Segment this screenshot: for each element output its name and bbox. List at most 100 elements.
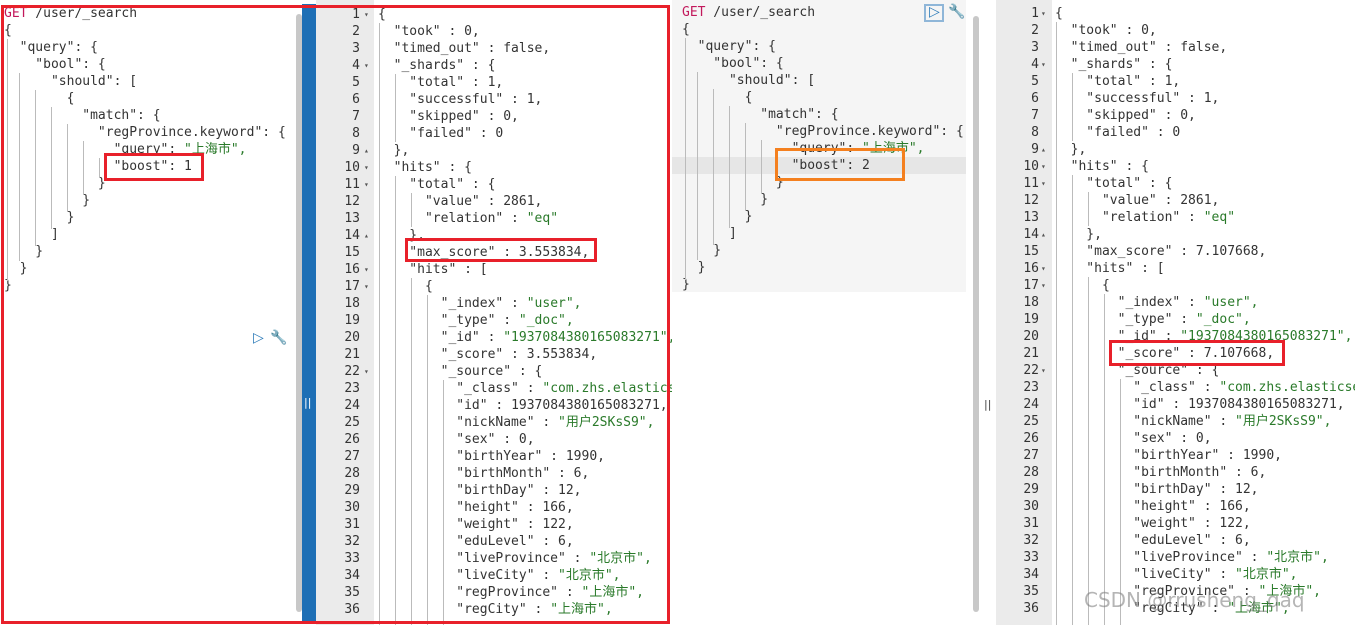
code-line: "total" : { xyxy=(1055,176,1173,191)
code-line: } xyxy=(682,209,753,224)
code-line: "should": [ xyxy=(682,73,816,88)
right-console: GET /user/_search{ "query": { "bool": { … xyxy=(672,0,1355,625)
line-number: 30 xyxy=(1023,499,1039,514)
line-number: 32 xyxy=(1023,533,1039,548)
right-splitter[interactable]: || xyxy=(980,0,996,625)
code-line: "value" : 2861, xyxy=(1055,193,1220,208)
line-number: 33 xyxy=(1023,550,1039,565)
code-line: "skipped" : 0, xyxy=(1055,108,1196,123)
line-number: 22 xyxy=(1023,363,1039,378)
code-line: "weight" : 122, xyxy=(1055,516,1251,531)
line-number: 13 xyxy=(1023,210,1039,225)
line-number: 19 xyxy=(1023,312,1039,327)
line-number: 6 xyxy=(1031,91,1039,106)
code-line: "total" : 1, xyxy=(1055,74,1181,89)
code-line: "relation" : "eq" xyxy=(1055,210,1236,225)
line-number: 24 xyxy=(1023,397,1039,412)
fold-icon[interactable]: ▴ xyxy=(1041,226,1046,243)
score-highlight xyxy=(1109,340,1285,366)
code-line: "nickName" : "用户2SKsS9", xyxy=(1055,414,1332,429)
line-number: 14 xyxy=(1023,227,1039,242)
fold-icon[interactable]: ▾ xyxy=(1041,362,1046,379)
line-number: 8 xyxy=(1031,125,1039,140)
code-line: "id" : 1937084380165083271, xyxy=(1055,397,1345,412)
fold-icon[interactable]: ▾ xyxy=(1041,56,1046,73)
line-number: 20 xyxy=(1023,329,1039,344)
line-number: 4 xyxy=(1031,57,1039,72)
code-line: "liveProvince" : "北京市", xyxy=(1055,550,1329,565)
code-line: { xyxy=(682,90,753,105)
code-line: "eduLevel" : 6, xyxy=(1055,533,1251,548)
code-line: }, xyxy=(1055,227,1102,242)
line-number: 2 xyxy=(1031,23,1039,38)
line-number: 5 xyxy=(1031,74,1039,89)
code-line: } xyxy=(682,192,769,207)
line-number: 25 xyxy=(1023,414,1039,429)
wrench-icon[interactable]: 🔧 xyxy=(948,4,965,20)
line-number: 28 xyxy=(1023,465,1039,480)
code-line: "match": { xyxy=(682,107,839,122)
line-number: 26 xyxy=(1023,431,1039,446)
code-line: "failed" : 0 xyxy=(1055,125,1181,140)
code-line: } xyxy=(682,243,722,258)
code-line: { xyxy=(1055,278,1110,293)
line-number: 7 xyxy=(1031,108,1039,123)
line-number: 27 xyxy=(1023,448,1039,463)
code-line: "query": { xyxy=(682,39,776,54)
code-line: "hits" : [ xyxy=(1055,261,1165,276)
code-line: "birthYear" : 1990, xyxy=(1055,448,1282,463)
code-line: "birthDay" : 12, xyxy=(1055,482,1259,497)
line-number: 29 xyxy=(1023,482,1039,497)
code-line: "timed_out" : false, xyxy=(1055,40,1228,55)
right-request-editor[interactable]: GET /user/_search{ "query": { "bool": { … xyxy=(672,0,966,292)
line-number: 17 xyxy=(1023,278,1039,293)
code-line: "hits" : { xyxy=(1055,159,1149,174)
line-number: 35 xyxy=(1023,584,1039,599)
max-score-highlight xyxy=(405,238,597,262)
line-number: 16 xyxy=(1023,261,1039,276)
line-number: 36 xyxy=(1023,601,1039,616)
fold-icon[interactable]: ▾ xyxy=(1041,158,1046,175)
line-number: 1 xyxy=(1031,6,1039,21)
boost-2-highlight xyxy=(775,148,905,181)
code-line: "_shards" : { xyxy=(1055,57,1173,72)
code-line: { xyxy=(682,22,690,37)
fold-icon[interactable]: ▾ xyxy=(1041,5,1046,22)
line-number: 15 xyxy=(1023,244,1039,259)
code-line: "took" : 0, xyxy=(1055,23,1157,38)
code-line: "_type" : "_doc", xyxy=(1055,312,1251,327)
code-line: "height" : 166, xyxy=(1055,499,1251,514)
code-line: "_class" : "com.zhs.elasticsea xyxy=(1055,380,1355,395)
fold-icon[interactable]: ▾ xyxy=(1041,260,1046,277)
splitter-grip: || xyxy=(984,398,992,411)
code-line: "liveCity" : "北京市", xyxy=(1055,567,1298,582)
code-line: "birthMonth" : 6, xyxy=(1055,465,1267,480)
fold-icon[interactable]: ▾ xyxy=(1041,277,1046,294)
code-line: { xyxy=(1055,6,1063,21)
code-line: "successful" : 1, xyxy=(1055,91,1220,106)
right-response-viewer[interactable]: 1 2 3 4 5 6 7 8 9 10 11 12 13 14 15 16 17 18 19 20 21 22 23 24 2… xyxy=(996,0,1355,625)
line-number: 21 xyxy=(1023,346,1039,361)
right-request-scrollbar[interactable] xyxy=(973,16,979,612)
fold-icon[interactable]: ▴ xyxy=(1041,141,1046,158)
left-console-outline xyxy=(1,5,670,624)
line-number: 23 xyxy=(1023,380,1039,395)
code-line: GET /user/_search xyxy=(682,5,816,20)
code-line: "sex" : 0, xyxy=(1055,431,1212,446)
line-number: 3 xyxy=(1031,40,1039,55)
boost-1-highlight xyxy=(104,153,204,181)
line-number: 34 xyxy=(1023,567,1039,582)
line-number: 10 xyxy=(1023,159,1039,174)
watermark: CSDN @rrusheng_qaq xyxy=(1084,588,1305,612)
code-line: "regProvince.keyword": { xyxy=(682,124,964,139)
code-line: "max_score" : 7.107668, xyxy=(1055,244,1267,259)
play-icon[interactable]: ▷ xyxy=(929,4,940,20)
code-line: }, xyxy=(1055,142,1087,157)
code-line: "bool": { xyxy=(682,56,784,71)
line-number: 11 xyxy=(1023,176,1039,191)
line-number: 12 xyxy=(1023,193,1039,208)
code-line: "_index" : "user", xyxy=(1055,295,1259,310)
fold-icon[interactable]: ▾ xyxy=(1041,175,1046,192)
line-number: 18 xyxy=(1023,295,1039,310)
line-number: 31 xyxy=(1023,516,1039,531)
